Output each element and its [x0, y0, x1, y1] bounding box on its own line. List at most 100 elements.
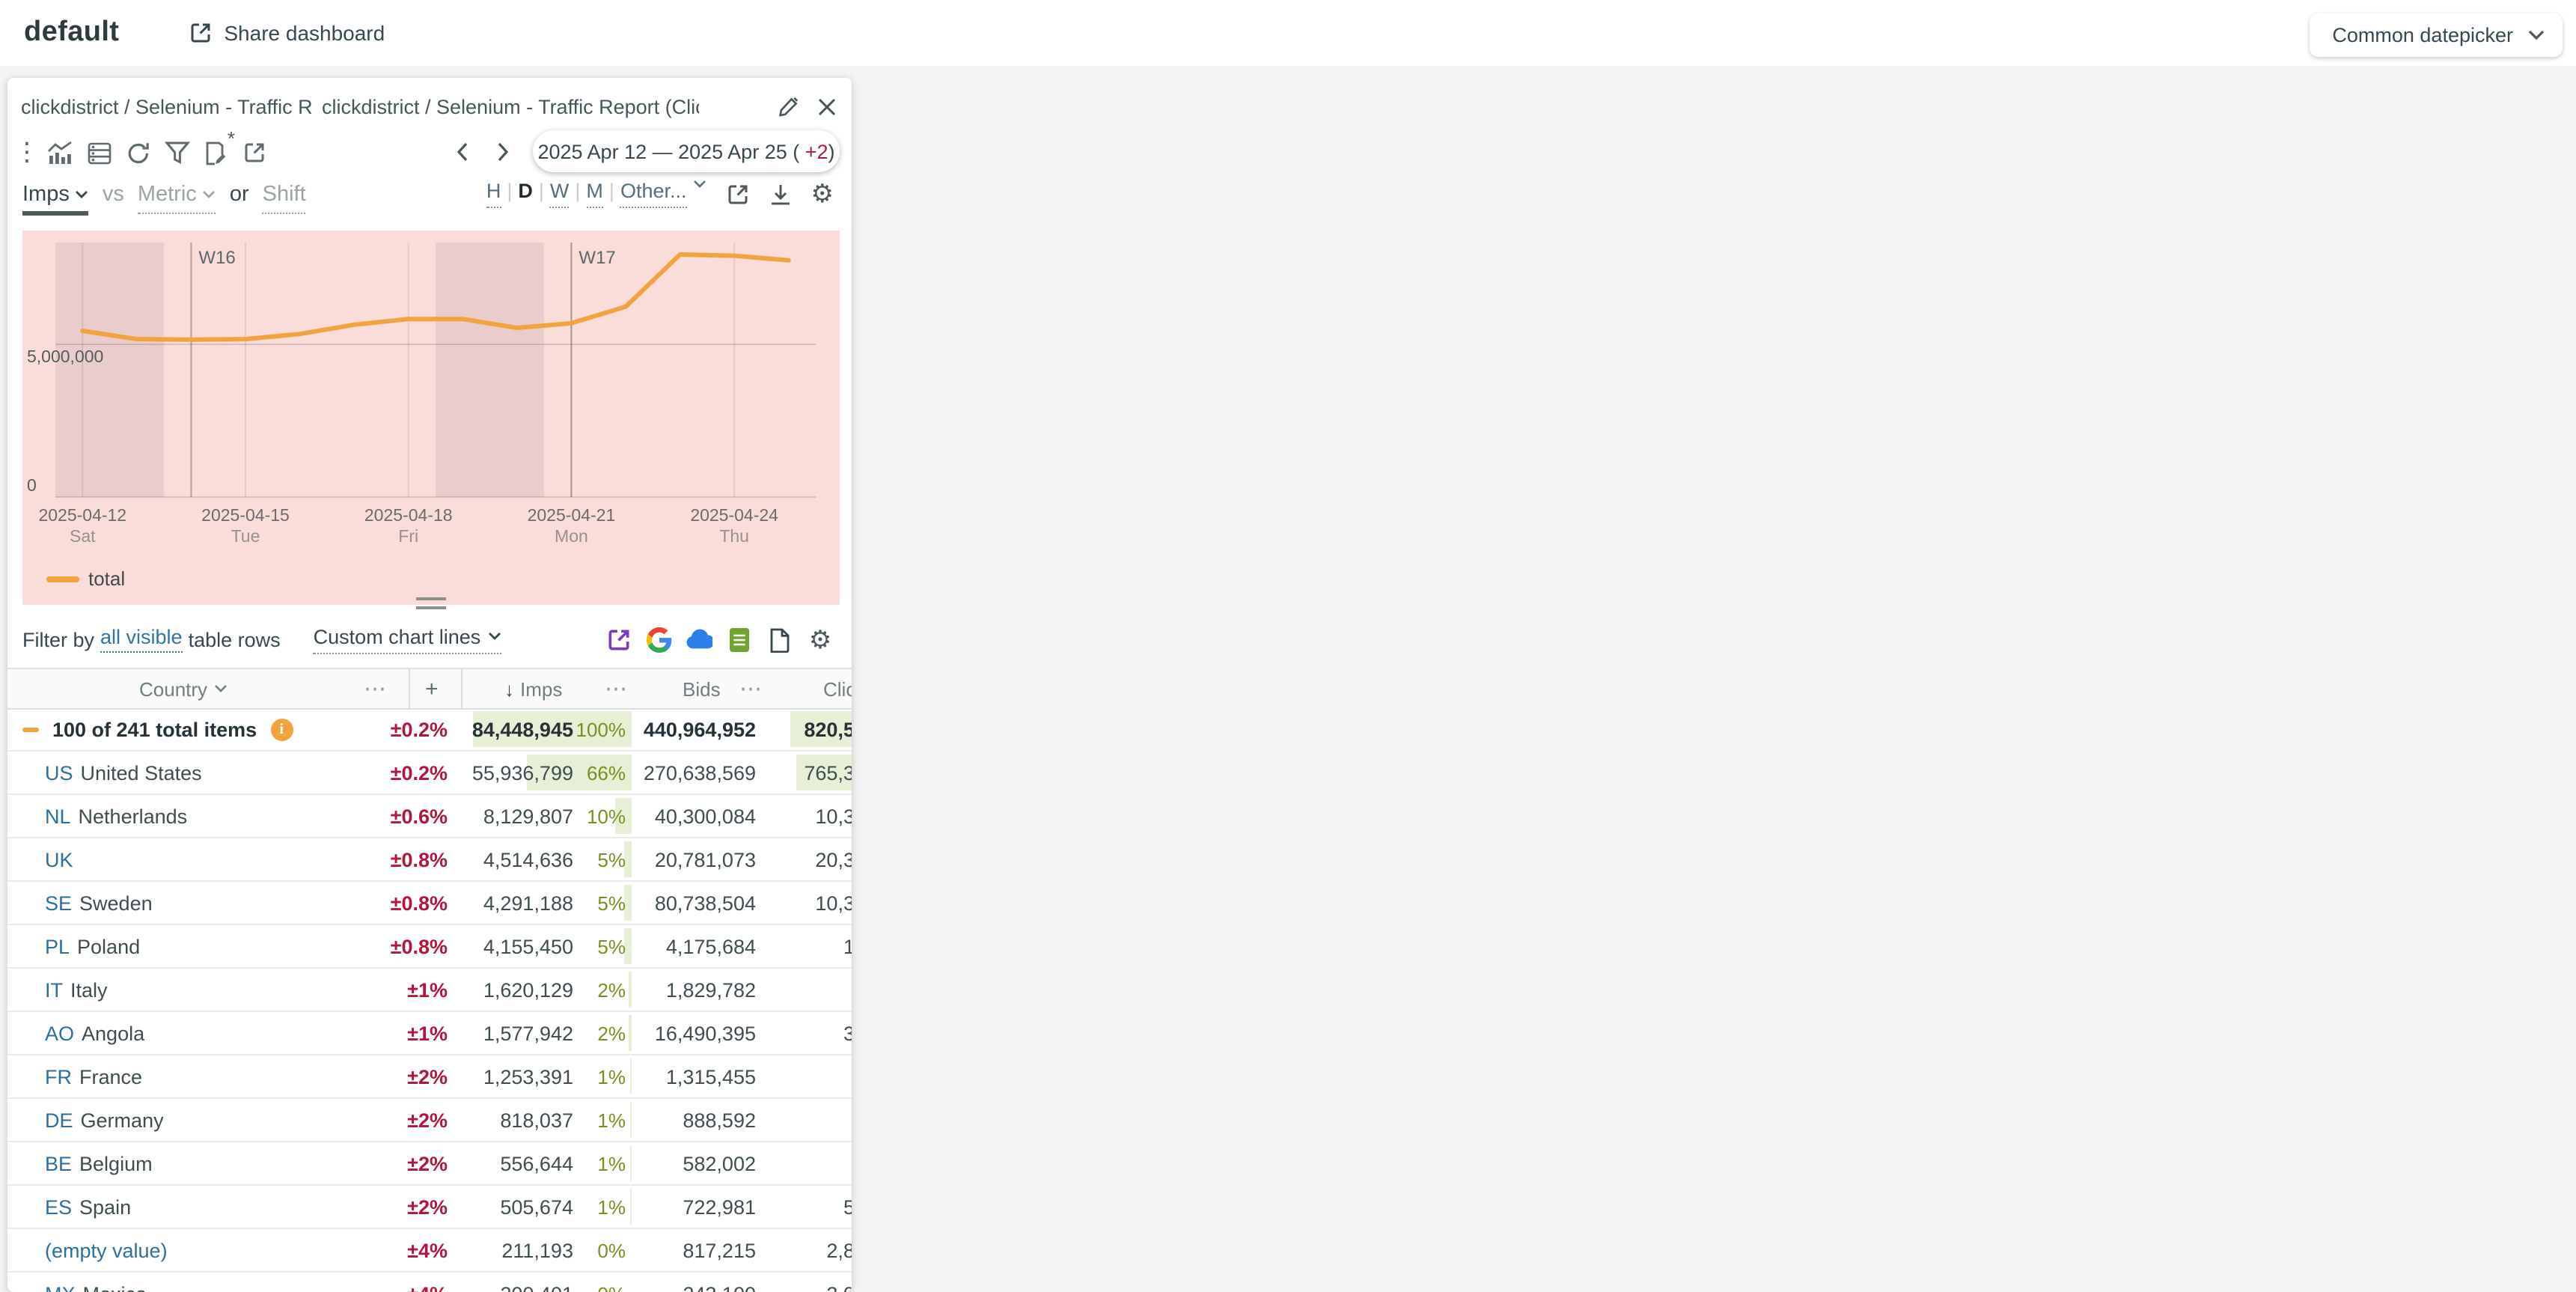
granularity-option-w[interactable]: W — [550, 180, 570, 208]
widget-title-right[interactable]: clickdistrict / Selenium - Traffic Repor… — [322, 95, 699, 118]
top-bar: default Share dashboard — [0, 0, 2576, 66]
table-row[interactable]: DE Germany ±2% 818,037 1% 888,592 33 — [7, 1099, 852, 1142]
table-row[interactable]: MX Mexico ±4% 200,401 0% 243,100 3,013 — [7, 1273, 852, 1292]
common-datepicker-dropdown[interactable]: Common datepicker — [2310, 13, 2563, 57]
share-dashboard-button[interactable]: Share dashboard — [188, 21, 385, 45]
date-range-text: 2025 Apr 12 — 2025 Apr 25 ( — [537, 140, 805, 162]
country-cell[interactable]: MX Mexico — [45, 1273, 147, 1292]
refresh-icon[interactable] — [123, 136, 153, 169]
imps-percent: 2% — [597, 1012, 626, 1054]
imps-column-menu-icon[interactable]: ⋯ — [605, 669, 629, 708]
table-row[interactable]: PL Poland ±0.8% 4,155,450 5% 4,175,684 1… — [7, 925, 852, 969]
table-row[interactable]: SE Sweden ±0.8% 4,291,188 5% 80,738,504 … — [7, 882, 852, 925]
column-header-bids[interactable]: Bids — [683, 669, 721, 708]
date-next-button[interactable] — [488, 132, 518, 171]
imps-value: 84,448,945 — [472, 708, 573, 750]
table-row[interactable]: 100 of 241 total items i ±0.2% 84,448,94… — [7, 708, 852, 752]
column-header-imps[interactable]: ↓ Imps — [504, 669, 562, 708]
add-column-button[interactable]: + — [425, 669, 439, 708]
imps-cell: 200,401 0% — [473, 1273, 632, 1292]
chart-view-icon[interactable] — [45, 136, 75, 169]
or-label: or — [230, 183, 249, 207]
uncertainty-cell: ±0.2% — [352, 708, 448, 750]
table-row[interactable]: UK ±0.8% 4,514,636 5% 20,781,073 20,316 — [7, 838, 852, 882]
country-code: PL — [45, 935, 70, 957]
date-range-suffix: ) — [828, 140, 835, 162]
uncertainty-cell: ±0.6% — [352, 795, 448, 837]
widget-title-left[interactable]: clickdistrict / Selenium - Traffic R... — [21, 95, 314, 118]
compare-metric-dropdown[interactable]: Metric — [138, 183, 216, 214]
country-cell[interactable]: UK — [45, 838, 73, 880]
imps-cell: 4,155,450 5% — [473, 925, 632, 967]
imps-percent: 1% — [597, 1099, 626, 1141]
granularity-option-m[interactable]: M — [586, 180, 603, 208]
table-row[interactable]: (empty value) ±4% 211,193 0% 817,215 2,8… — [7, 1229, 852, 1273]
country-code: AO — [45, 1022, 74, 1044]
google-icon[interactable] — [645, 626, 672, 653]
country-cell[interactable]: DE Germany — [45, 1099, 164, 1141]
clicks-cell: 66 — [790, 1055, 852, 1097]
table-row[interactable]: ES Spain ±2% 505,674 1% 722,981 553 — [7, 1186, 852, 1229]
country-cell[interactable]: IT Italy — [45, 969, 108, 1011]
clicks-cell: 20,316 — [790, 838, 852, 880]
country-column-menu-icon[interactable]: ⋯ — [364, 669, 388, 708]
chevron-down-icon — [693, 180, 706, 193]
country-cell[interactable]: US United States — [45, 752, 202, 793]
table-view-icon[interactable] — [84, 136, 114, 169]
filter-icon[interactable] — [162, 136, 192, 169]
country-cell[interactable]: ES Spain — [45, 1186, 131, 1228]
table-row[interactable]: US United States ±0.2% 55,936,799 66% 27… — [7, 752, 852, 795]
clicks-value: 3,013 — [826, 1273, 852, 1292]
table-settings-gear-icon[interactable]: ⚙ — [807, 626, 834, 653]
cloud-icon[interactable] — [686, 626, 712, 653]
column-header-country[interactable]: Country — [139, 669, 227, 708]
chart-settings-gear-icon[interactable]: ⚙ — [811, 181, 834, 207]
spreadsheet-icon[interactable] — [726, 626, 753, 653]
close-widget-icon[interactable] — [817, 97, 837, 116]
imps-cell: 1,253,391 1% — [473, 1055, 632, 1097]
clicks-cell: 33 — [790, 1099, 852, 1141]
table-row[interactable]: FR France ±2% 1,253,391 1% 1,315,455 66 — [7, 1055, 852, 1099]
country-cell[interactable]: AO Angola — [45, 1012, 144, 1054]
svg-text:0: 0 — [27, 475, 37, 495]
country-cell[interactable]: BE Belgium — [45, 1142, 153, 1184]
edit-title-icon[interactable] — [778, 96, 799, 117]
info-icon[interactable]: i — [270, 718, 293, 740]
granularity-option-h[interactable]: H — [486, 180, 501, 208]
country-cell[interactable]: 100 of 241 total items i — [45, 708, 293, 750]
granularity-option-d[interactable]: D — [518, 180, 533, 207]
share-external-link-icon — [188, 21, 212, 45]
selected-metric-dropdown[interactable]: Imps — [22, 183, 89, 216]
custom-chart-lines-dropdown[interactable]: Custom chart lines — [314, 625, 502, 653]
kebab-menu-icon[interactable]: ⋮ — [18, 138, 36, 168]
granularity-option-other[interactable]: Other... — [620, 180, 687, 208]
country-cell[interactable]: NL Netherlands — [45, 795, 187, 837]
save-view-icon[interactable]: * — [201, 136, 231, 169]
shift-selector[interactable]: Shift — [263, 183, 306, 214]
export-external-link-icon[interactable] — [605, 626, 632, 653]
country-cell[interactable]: (empty value) — [45, 1229, 168, 1271]
table-row[interactable]: NL Netherlands ±0.6% 8,129,807 10% 40,30… — [7, 795, 852, 838]
column-header-clicks[interactable]: Clicks — [823, 669, 852, 708]
file-icon[interactable] — [766, 626, 793, 653]
filter-visibility-link[interactable]: all visible — [100, 626, 183, 653]
download-chart-icon[interactable] — [769, 182, 792, 206]
country-cell[interactable]: FR France — [45, 1055, 142, 1097]
open-chart-external-icon[interactable] — [726, 182, 750, 206]
imps-percent: 10% — [587, 795, 626, 837]
country-name: Poland — [77, 935, 140, 957]
open-external-icon[interactable] — [239, 136, 269, 169]
table-row[interactable]: AO Angola ±1% 1,577,942 2% 16,490,395 39… — [7, 1012, 852, 1055]
uncertainty-cell: ±4% — [352, 1229, 448, 1271]
date-prev-button[interactable] — [448, 132, 477, 171]
selected-metric-label: Imps — [22, 183, 70, 207]
country-cell[interactable]: PL Poland — [45, 925, 140, 967]
bids-column-menu-icon[interactable]: ⋯ — [739, 669, 763, 708]
country-cell[interactable]: SE Sweden — [45, 882, 153, 924]
date-range-button[interactable]: 2025 Apr 12 — 2025 Apr 25 ( +2) — [533, 130, 840, 172]
legend-label[interactable]: total — [88, 567, 125, 590]
table-row[interactable]: BE Belgium ±2% 556,644 1% 582,002 31 — [7, 1142, 852, 1186]
table-row[interactable]: IT Italy ±1% 1,620,129 2% 1,829,782 72 — [7, 969, 852, 1012]
chart-resize-handle[interactable] — [416, 597, 446, 615]
country-name: United States — [81, 761, 202, 784]
